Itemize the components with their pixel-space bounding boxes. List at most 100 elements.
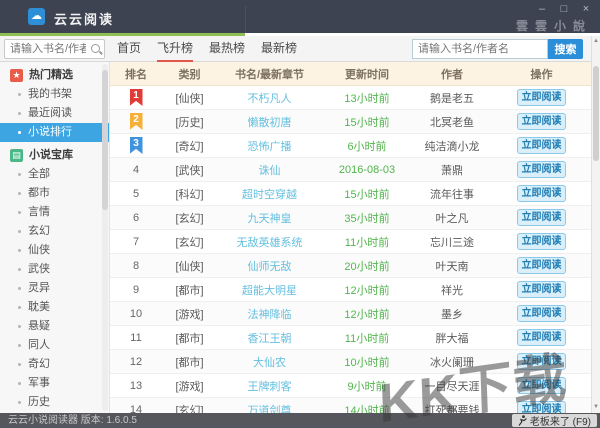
rank-number: 4: [132, 163, 140, 176]
book-title-link[interactable]: 无敌英雄系统: [237, 237, 303, 249]
book-title-link[interactable]: 九天神皇: [248, 213, 292, 225]
sidebar-item-qihuan[interactable]: 奇幻: [0, 355, 109, 374]
sidebar-item-novel-ranking[interactable]: 小说排行: [0, 123, 109, 142]
maximize-button[interactable]: □: [556, 2, 572, 16]
book-category: [玄幻]: [175, 212, 204, 225]
sidebar-item-fanfic[interactable]: 同人: [0, 336, 109, 355]
book-title-link[interactable]: 超能大明星: [242, 285, 297, 297]
read-now-button[interactable]: 立即阅读: [517, 257, 566, 274]
read-now-button[interactable]: 立即阅读: [517, 137, 566, 154]
col-header-category: 类别: [162, 62, 217, 86]
main-scrollbar-thumb[interactable]: [593, 66, 599, 161]
read-now-button[interactable]: 立即阅读: [517, 377, 566, 394]
col-header-author: 作者: [412, 62, 492, 86]
table-row[interactable]: 11 [都市] 香江王朝 11小时前 胖大福 立即阅读: [110, 326, 591, 350]
read-now-button[interactable]: 立即阅读: [517, 233, 566, 250]
read-now-button[interactable]: 立即阅读: [517, 329, 566, 346]
hot-picks-icon: ★: [10, 68, 23, 82]
sidebar-item-bookshelf[interactable]: 我的书架: [0, 85, 109, 104]
sidebar-item-history[interactable]: 历史: [0, 393, 109, 412]
scroll-up-icon[interactable]: ▲: [592, 36, 600, 47]
tab-home[interactable]: 首页: [117, 36, 141, 62]
bullet-icon: [18, 287, 21, 290]
table-row[interactable]: 1 [仙侠] 不朽凡人 13小时前 鹅是老五 立即阅读: [110, 86, 591, 110]
table-row[interactable]: 5 [科幻] 超时空穿越 15小时前 流年往事 立即阅读: [110, 182, 591, 206]
sidebar-item-all[interactable]: 全部: [0, 165, 109, 184]
book-title-link[interactable]: 香江王朝: [248, 333, 292, 345]
tab-rising-rank[interactable]: 飞升榜: [157, 36, 194, 62]
col-header-title: 书名/最新章节: [217, 62, 322, 86]
main-search-input[interactable]: [412, 39, 548, 59]
sidebar-item-danmei[interactable]: 耽美: [0, 298, 109, 317]
bullet-icon: [18, 382, 21, 385]
read-now-button[interactable]: 立即阅读: [517, 401, 566, 413]
table-row[interactable]: 3 [奇幻] 恐怖广播 6小时前 纯洁滴小龙 立即阅读: [110, 134, 591, 158]
sidebar-item-urban[interactable]: 都市: [0, 184, 109, 203]
boss-key-button[interactable]: 老板来了 (F9): [511, 414, 597, 428]
main-scrollbar[interactable]: ▲ ▼: [591, 36, 600, 413]
update-time: 14小时前: [344, 404, 390, 414]
section-title: 小说宝库: [29, 149, 73, 161]
read-now-button[interactable]: 立即阅读: [517, 281, 566, 298]
book-title-link[interactable]: 超时空穿越: [242, 189, 297, 201]
rank-number: 13: [129, 379, 143, 392]
sidebar-search-input[interactable]: [4, 39, 105, 59]
book-author: 流年往事: [430, 188, 474, 201]
table-row[interactable]: 14 [玄幻] 万道剑尊 14小时前 打死都要钱 立即阅读: [110, 397, 591, 414]
read-now-button[interactable]: 立即阅读: [517, 209, 566, 226]
book-title-link[interactable]: 不朽凡人: [248, 93, 292, 105]
table-row[interactable]: 12 [都市] 大仙农 10小时前 冰火阑珊 立即阅读: [110, 349, 591, 374]
book-title-link[interactable]: 法神降临: [248, 309, 292, 321]
close-button[interactable]: ×: [578, 2, 594, 16]
table-row[interactable]: 2 [历史] 懒散初唐 15小时前 北冥老鱼 立即阅读: [110, 109, 591, 134]
sidebar-item-suspense[interactable]: 悬疑: [0, 317, 109, 336]
rank-badge: 3: [129, 137, 143, 154]
scroll-down-icon[interactable]: ▼: [592, 402, 600, 413]
book-title-link[interactable]: 诛仙: [259, 165, 281, 177]
sidebar-item-supernatural[interactable]: 灵异: [0, 279, 109, 298]
table-row[interactable]: 9 [都市] 超能大明星 12小时前 祥光 立即阅读: [110, 278, 591, 302]
update-time: 11小时前: [344, 236, 390, 249]
table-row[interactable]: 4 [武侠] 诛仙 2016-08-03 萧鼎 立即阅读: [110, 157, 591, 182]
sidebar-item-recent-reads[interactable]: 最近阅读: [0, 104, 109, 123]
sidebar-scrollbar-thumb[interactable]: [102, 70, 108, 210]
tab-hottest-rank[interactable]: 最热榜: [209, 36, 245, 62]
col-header-action: 操作: [492, 62, 591, 86]
read-now-button[interactable]: 立即阅读: [517, 353, 566, 370]
search-button[interactable]: 搜索: [548, 39, 583, 59]
minimize-button[interactable]: –: [534, 2, 550, 16]
sidebar-item-xianxia[interactable]: 仙侠: [0, 241, 109, 260]
rank-number: 6: [132, 211, 140, 224]
table-row[interactable]: 10 [游戏] 法神降临 12小时前 墨乡 立即阅读: [110, 301, 591, 326]
table-row[interactable]: 6 [玄幻] 九天神皇 35小时前 叶之凡 立即阅读: [110, 205, 591, 230]
titlebar-divider: [245, 6, 246, 33]
read-now-button[interactable]: 立即阅读: [517, 161, 566, 178]
read-now-button[interactable]: 立即阅读: [517, 113, 566, 130]
bullet-icon: [18, 325, 21, 328]
read-now-button[interactable]: 立即阅读: [517, 185, 566, 202]
col-header-rank: 排名: [110, 62, 162, 86]
book-title-link[interactable]: 万道剑尊: [248, 405, 292, 414]
read-now-button[interactable]: 立即阅读: [517, 89, 566, 106]
rank-number: 10: [129, 307, 143, 320]
book-title-link[interactable]: 仙师无敌: [248, 261, 292, 273]
table-row[interactable]: 7 [玄幻] 无敌英雄系统 11小时前 忘川三途 立即阅读: [110, 230, 591, 254]
book-title-link[interactable]: 王牌刺客: [248, 381, 292, 393]
table-row[interactable]: 8 [仙侠] 仙师无敌 20小时前 叶天南 立即阅读: [110, 253, 591, 278]
book-title-link[interactable]: 大仙农: [253, 357, 286, 369]
sidebar-item-fantasy[interactable]: 玄幻: [0, 222, 109, 241]
content-area: ★ 热门精选 我的书架 最近阅读 小说排行 ▤ 小说宝库 全部 都市 言情 玄幻…: [0, 62, 600, 413]
sidebar-item-romance[interactable]: 言情: [0, 203, 109, 222]
rank-number: 5: [132, 187, 140, 200]
update-time: 11小时前: [344, 332, 390, 345]
book-title-link[interactable]: 懒散初唐: [248, 117, 292, 129]
sidebar-scrollbar[interactable]: [102, 64, 108, 411]
read-now-button[interactable]: 立即阅读: [517, 305, 566, 322]
tab-newest-rank[interactable]: 最新榜: [261, 36, 297, 62]
book-author: 叶之凡: [435, 212, 469, 225]
sidebar-item-military[interactable]: 军事: [0, 374, 109, 393]
book-title-link[interactable]: 恐怖广播: [248, 141, 292, 153]
search-icon[interactable]: [91, 44, 100, 53]
sidebar-item-wuxia[interactable]: 武侠: [0, 260, 109, 279]
table-row[interactable]: 13 [游戏] 王牌刺客 9小时前 一目尽天涯 立即阅读: [110, 374, 591, 398]
